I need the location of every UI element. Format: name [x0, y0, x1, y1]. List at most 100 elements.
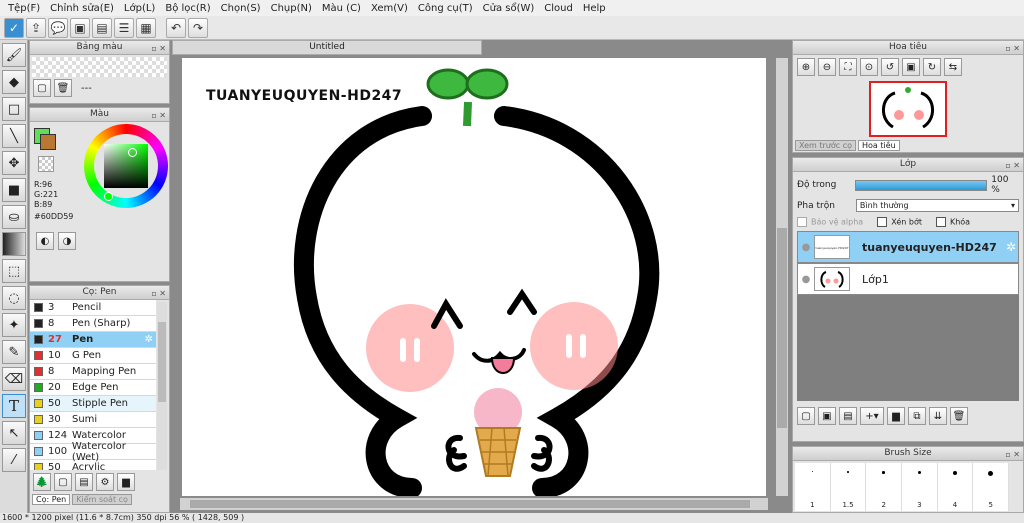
brush-list-scrollbar[interactable]	[157, 302, 167, 470]
redo-icon[interactable]: ↷	[188, 17, 208, 38]
zoom-actual-icon[interactable]: ⊙	[860, 58, 878, 76]
brush-item[interactable]: 30 Sumi	[30, 412, 156, 428]
brush-item[interactable]: 10 G Pen	[30, 348, 156, 364]
brush-item[interactable]: 50 Stipple Pen	[30, 396, 156, 412]
brush-item[interactable]: 3 Pencil	[30, 300, 156, 316]
canvas-horizontal-scrollbar[interactable]	[180, 498, 768, 510]
new-layer-8bit-icon[interactable]: ▣	[818, 407, 836, 425]
duplicate-layer-icon[interactable]: ⧉	[908, 407, 926, 425]
fit-icon[interactable]: ⛶	[839, 58, 857, 76]
opacity-slider[interactable]	[855, 179, 988, 191]
brush-copy-icon[interactable]: ▤	[75, 473, 93, 491]
panel-close-icon[interactable]: ▫ ✕	[1005, 159, 1020, 172]
export-icon[interactable]: ⇪	[26, 17, 46, 38]
brush-tree-icon[interactable]: 🌲	[33, 473, 51, 491]
brush-size-cell[interactable]: 4	[938, 463, 974, 511]
transparent-swatch[interactable]	[38, 156, 54, 172]
layer-folder-icon[interactable]: ▆	[887, 407, 905, 425]
select-eraser-tool-icon[interactable]: ⌫	[2, 367, 26, 391]
tab-navigator[interactable]: Hoa tiêu	[858, 140, 900, 151]
line-tool-icon[interactable]: ╲	[2, 124, 26, 148]
cloud-icon[interactable]: ✓	[4, 17, 24, 38]
menu-item[interactable]: Help	[579, 3, 612, 14]
navigator-preview[interactable]	[869, 81, 947, 137]
undo-icon[interactable]: ↶	[166, 17, 186, 38]
menu-item[interactable]: Chụp(N)	[267, 3, 318, 14]
lasso-tool-icon[interactable]: ◌	[2, 286, 26, 310]
menu-item[interactable]: Công cụ(T)	[414, 3, 479, 14]
tab-brush-preview[interactable]: Xem trước cọ	[795, 140, 857, 151]
color-mixer-icon[interactable]: ◑	[58, 232, 76, 250]
window-icon[interactable]: ▣	[70, 17, 90, 38]
brush-size-cell[interactable]: 2	[866, 463, 903, 511]
menu-item[interactable]: Chọn(S)	[217, 3, 267, 14]
magic-wand-tool-icon[interactable]: ✦	[2, 313, 26, 337]
select-pen-tool-icon[interactable]: ✎	[2, 340, 26, 364]
eraser-tool-icon[interactable]: ◆	[2, 70, 26, 94]
new-layer-1bit-icon[interactable]: ▤	[839, 407, 857, 425]
chat-icon[interactable]: 💬	[48, 17, 68, 38]
delete-layer-icon[interactable]: 🗑	[950, 407, 968, 425]
grid-icon[interactable]: ▦	[136, 17, 156, 38]
brush-size-cell[interactable]: 1.5	[831, 463, 867, 511]
merge-layer-icon[interactable]: ⇊	[929, 407, 947, 425]
rectangle-tool-icon[interactable]: □	[2, 97, 26, 121]
brush-item[interactable]: 27 Pen ✲	[30, 332, 156, 348]
panel-close-icon[interactable]: ▫ ✕	[151, 287, 166, 300]
menu-item[interactable]: Tệp(F)	[4, 3, 46, 14]
operation-tool-icon[interactable]: ↖	[2, 421, 26, 445]
blend-select[interactable]: Bình thường ▾	[855, 199, 1019, 212]
rotate-left-icon[interactable]: ↺	[881, 58, 899, 76]
gear-icon[interactable]: ✲	[1006, 240, 1016, 254]
add-layer-menu-icon[interactable]: +▾	[860, 407, 884, 425]
color-wheel[interactable]	[84, 124, 168, 208]
zoom-in-icon[interactable]: ⊕	[797, 58, 815, 76]
new-palette-icon[interactable]: ▢	[33, 79, 51, 97]
panel-close-icon[interactable]: ▫ ✕	[1005, 448, 1020, 461]
brush-size-cell[interactable]: 1	[795, 463, 831, 511]
menu-item[interactable]: Màu (C)	[318, 3, 367, 14]
eyedropper-tool-icon[interactable]: ⁄	[2, 448, 26, 472]
move-tool-icon[interactable]: ✥	[2, 151, 26, 175]
new-layer-icon[interactable]: ▢	[797, 407, 815, 425]
brush-tool-icon[interactable]: 🖌	[2, 43, 26, 67]
gear-icon[interactable]: ✲	[145, 334, 153, 345]
panel-close-icon[interactable]: ▫ ✕	[1005, 42, 1020, 55]
layer-row[interactable]: ● tuanyeuquyen-HD247 tuanyeuquyen-HD247 …	[797, 231, 1019, 263]
brush-folder-icon[interactable]: ▆	[117, 473, 135, 491]
flip-icon[interactable]: ⇆	[944, 58, 962, 76]
color-palette-icon[interactable]: ◐	[36, 232, 54, 250]
canvas-vertical-scrollbar[interactable]	[776, 58, 788, 496]
text-tool-icon[interactable]: T	[2, 394, 26, 418]
rotate-right-icon[interactable]: ↻	[923, 58, 941, 76]
menu-item[interactable]: Chỉnh sửa(E)	[46, 3, 120, 14]
zoom-out-icon[interactable]: ⊖	[818, 58, 836, 76]
gradient-tool-icon[interactable]	[2, 232, 26, 256]
protect-alpha-checkbox[interactable]: Bảo vệ alpha	[797, 217, 863, 227]
menu-item[interactable]: Cloud	[540, 3, 579, 14]
brush-item[interactable]: 20 Edge Pen	[30, 380, 156, 396]
visibility-icon[interactable]: ●	[798, 274, 814, 285]
sub-color-swatch[interactable]	[40, 134, 56, 150]
select-rect-tool-icon[interactable]: ⬚	[2, 259, 26, 283]
bucket-tool-icon[interactable]: ⛀	[2, 205, 26, 229]
menu-item[interactable]: Bộ lọc(R)	[161, 3, 216, 14]
brush-item[interactable]: 8 Mapping Pen	[30, 364, 156, 380]
layer-row[interactable]: ● Lớp1	[797, 263, 1019, 295]
palette-swatches[interactable]	[32, 57, 167, 77]
menu-item[interactable]: Cửa sổ(W)	[479, 3, 541, 14]
tab-brush[interactable]: Cọ: Pen	[32, 494, 71, 505]
brush-item[interactable]: 100 Watercolor (Wet)	[30, 441, 156, 463]
fill-rect-tool-icon[interactable]: ■	[2, 178, 26, 202]
panel-close-icon[interactable]: ▫ ✕	[151, 42, 166, 55]
brush-item[interactable]: 8 Pen (Sharp)	[30, 316, 156, 332]
canvas-tab[interactable]: Untitled	[172, 40, 482, 55]
clipping-checkbox[interactable]: Xén bớt	[877, 217, 922, 227]
list-icon[interactable]: ☰	[114, 17, 134, 38]
menu-item[interactable]: Lớp(L)	[120, 3, 161, 14]
menu-item[interactable]: Xem(V)	[367, 3, 414, 14]
panel-close-icon[interactable]: ▫ ✕	[151, 109, 166, 122]
delete-palette-icon[interactable]: 🗑	[54, 79, 72, 97]
reset-icon[interactable]: ▣	[902, 58, 920, 76]
new-brush-icon[interactable]: ▢	[54, 473, 72, 491]
